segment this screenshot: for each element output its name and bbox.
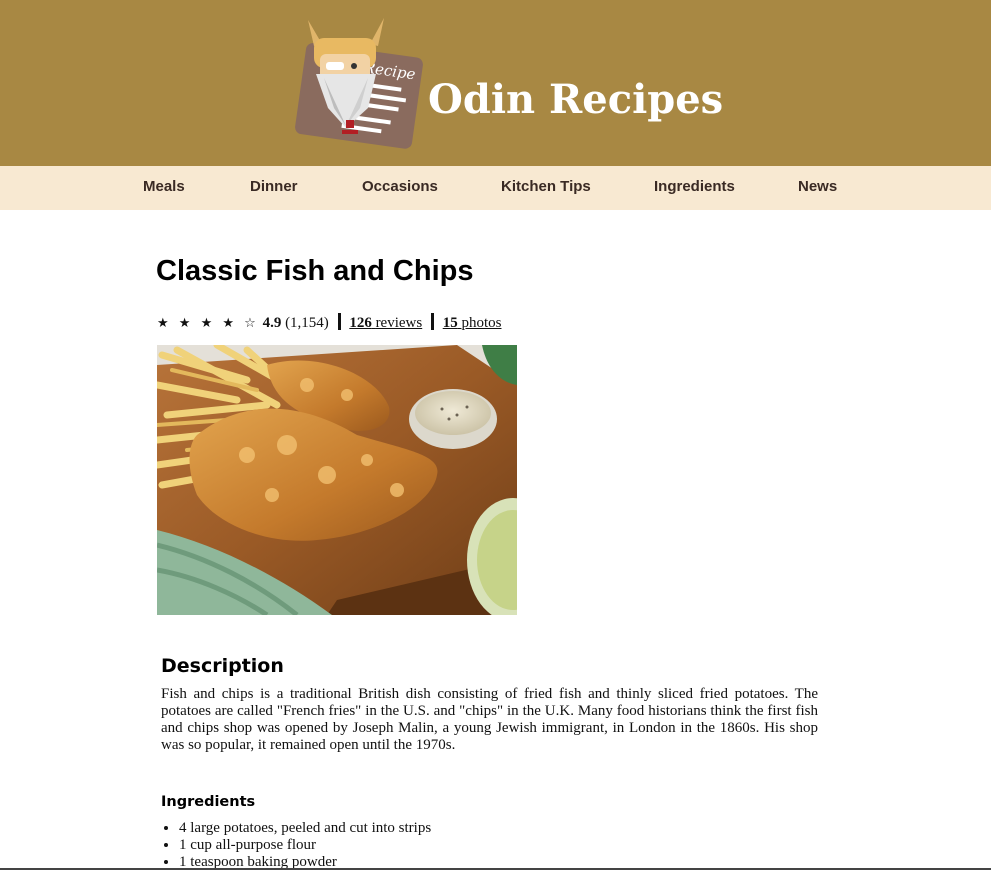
nav-ingredients[interactable]: Ingredients <box>654 166 735 210</box>
odin-recipes-logo[interactable]: Recipe <box>290 16 426 150</box>
photos-label: photos <box>461 315 502 331</box>
nav-news[interactable]: News <box>798 166 837 210</box>
nav-kitchen-tips[interactable]: Kitchen Tips <box>501 166 591 210</box>
rating-count: (1,154) <box>285 315 329 331</box>
recipe-title: Classic Fish and Chips <box>156 255 474 287</box>
nav-meals[interactable]: Meals <box>143 166 185 210</box>
photos-count: 15 <box>442 315 458 331</box>
rating-divider <box>337 313 341 330</box>
site-title[interactable]: Odin Recipes <box>428 72 723 128</box>
reviews-link[interactable]: 126 reviews <box>349 315 422 331</box>
rating-average: 4.9 <box>262 315 282 331</box>
rating-row: ★ ★ ★ ★ ☆ 4.9 (1,154) 126 reviews 15 pho… <box>157 312 501 334</box>
rating-divider <box>430 313 434 330</box>
photos-link[interactable]: 15 photos <box>443 315 502 331</box>
nav-occasions[interactable]: Occasions <box>362 166 438 210</box>
rating-stars: ★ ★ ★ ★ ☆ <box>157 316 259 331</box>
ingredient-item: 4 large potatoes, peeled and cut into st… <box>179 820 779 837</box>
ingredient-item: 1 cup all-purpose flour <box>179 837 779 854</box>
description-text: Fish and chips is a traditional British … <box>161 686 818 753</box>
main-navigation: Meals Dinner Occasions Kitchen Tips Ingr… <box>0 166 991 210</box>
ingredients-heading: Ingredients <box>161 794 256 810</box>
reviews-label: reviews <box>375 315 423 331</box>
nav-dinner[interactable]: Dinner <box>250 166 298 210</box>
ingredients-list: 4 large potatoes, peeled and cut into st… <box>161 820 779 871</box>
description-heading: Description <box>161 655 284 677</box>
reviews-count: 126 <box>349 315 372 331</box>
fish-and-chips-photo <box>157 345 517 615</box>
site-header: Recipe Odin Recipes <box>0 0 991 166</box>
